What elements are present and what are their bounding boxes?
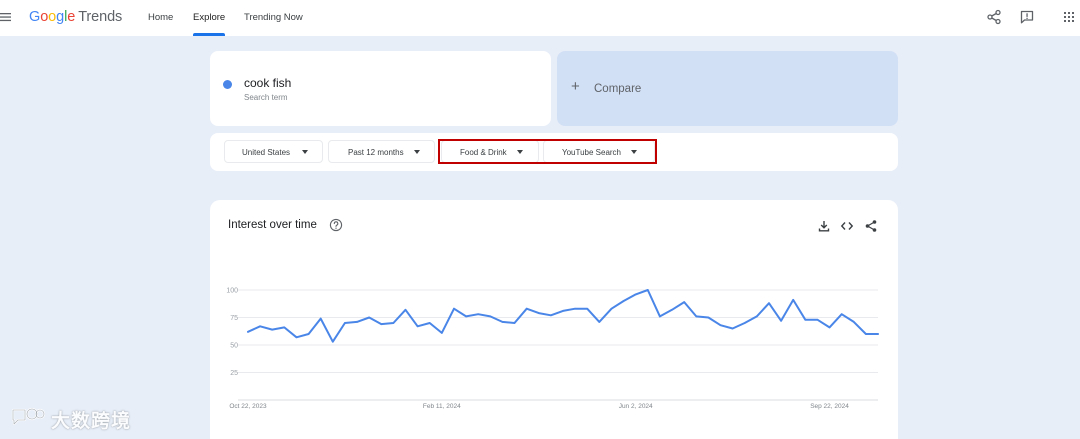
data-point xyxy=(671,309,673,311)
data-point xyxy=(307,333,310,335)
nav-explore[interactable]: Explore xyxy=(193,12,225,23)
search-term-card[interactable]: cook fish Search term xyxy=(210,51,551,126)
data-point xyxy=(380,323,383,325)
interest-over-time-card: Interest over time 25 50 75 100 Oct 22, 2023… xyxy=(210,200,898,439)
data-point xyxy=(792,299,794,301)
data-point xyxy=(610,307,613,310)
time-range-dropdown[interactable]: Past 12 months xyxy=(328,140,435,163)
series-line xyxy=(247,289,879,343)
logo-letter: e xyxy=(67,9,76,25)
term-color-dot xyxy=(223,80,232,89)
data-point xyxy=(695,315,698,318)
time-range-label: Past 12 months xyxy=(348,148,404,157)
data-point xyxy=(538,312,540,314)
data-point xyxy=(453,307,455,310)
data-point xyxy=(562,310,564,312)
data-point xyxy=(719,324,722,326)
data-point xyxy=(332,340,334,343)
data-point xyxy=(441,332,443,334)
compare-button[interactable]: + Compare xyxy=(557,51,898,126)
data-point xyxy=(877,333,879,335)
data-point xyxy=(853,321,855,323)
search-term-text[interactable]: cook fish xyxy=(244,76,291,90)
data-point xyxy=(416,325,419,328)
x-tick-label: Oct 22, 2023 xyxy=(229,403,267,410)
data-point xyxy=(598,321,601,323)
chevron-down-icon xyxy=(302,150,308,154)
data-point xyxy=(271,328,273,331)
chat-bubble-logo-icon xyxy=(11,407,46,426)
data-point xyxy=(319,317,322,320)
nav-trending-now[interactable]: Trending Now xyxy=(244,12,303,23)
share-icon[interactable] xyxy=(986,9,1002,25)
highlight-annotation-box xyxy=(438,139,657,164)
x-tick-label: Sep 22, 2024 xyxy=(810,403,849,410)
data-point xyxy=(622,300,625,302)
data-point xyxy=(780,320,782,322)
feedback-icon[interactable] xyxy=(1019,9,1035,25)
data-point xyxy=(295,336,298,339)
logo-letter: o xyxy=(48,9,57,25)
data-point xyxy=(756,315,758,318)
data-point xyxy=(659,315,661,318)
data-point xyxy=(707,316,710,319)
search-term-subtitle: Search term xyxy=(244,93,288,102)
x-tick-label: Feb 11, 2024 xyxy=(423,403,461,410)
logo-product-name: Trends xyxy=(78,9,123,25)
apps-grid-icon[interactable] xyxy=(1061,9,1077,25)
data-point xyxy=(392,322,395,324)
x-tick-label: Jun 2, 2024 xyxy=(619,403,653,410)
data-point xyxy=(404,309,407,311)
y-tick-label: 75 xyxy=(230,315,238,322)
top-app-bar: Google Trends Home Explore Trending Now xyxy=(0,0,1080,36)
data-point xyxy=(525,307,528,310)
nav-home[interactable]: Home xyxy=(148,12,173,23)
data-point xyxy=(489,315,492,318)
y-tick-label: 25 xyxy=(230,370,238,377)
active-tab-indicator xyxy=(193,33,225,36)
watermark-text: 大数跨境 xyxy=(51,410,132,432)
watermark: 大数跨境 xyxy=(10,406,131,432)
region-label: United States xyxy=(242,148,291,157)
chevron-down-icon xyxy=(414,150,420,154)
data-point xyxy=(356,321,358,323)
data-point xyxy=(768,302,770,304)
data-point xyxy=(683,301,685,303)
data-point xyxy=(840,313,843,315)
data-point xyxy=(368,316,370,319)
data-point xyxy=(283,326,286,329)
region-dropdown[interactable]: United States xyxy=(224,140,323,163)
logo-letter: g xyxy=(56,9,65,25)
data-point xyxy=(634,293,637,296)
interest-line-chart: 25 50 75 100 Oct 22, 2023 Feb 11, 2024 Jun 2, … xyxy=(226,288,879,410)
logo-letter: o xyxy=(40,9,49,25)
data-point xyxy=(804,318,807,321)
data-point xyxy=(731,327,734,330)
google-trends-logo[interactable]: Google Trends xyxy=(29,9,122,25)
data-point xyxy=(550,314,552,317)
data-point xyxy=(501,321,504,323)
data-point xyxy=(513,322,516,324)
data-point xyxy=(247,331,249,333)
data-point xyxy=(477,313,480,315)
data-point xyxy=(647,289,649,291)
data-point xyxy=(465,315,467,318)
data-point xyxy=(828,326,831,329)
data-point xyxy=(259,325,261,328)
y-tick-label: 50 xyxy=(230,343,238,350)
plus-icon: + xyxy=(571,78,580,95)
menu-icon[interactable] xyxy=(0,11,12,23)
y-tick-label: 100 xyxy=(226,288,238,295)
data-point xyxy=(344,322,346,324)
data-point xyxy=(743,322,746,324)
data-point xyxy=(428,322,431,324)
data-point xyxy=(586,307,588,310)
compare-label: Compare xyxy=(594,83,642,95)
data-point xyxy=(865,333,867,335)
data-point xyxy=(574,307,576,310)
data-point xyxy=(816,318,819,321)
logo-letter: G xyxy=(29,9,41,25)
